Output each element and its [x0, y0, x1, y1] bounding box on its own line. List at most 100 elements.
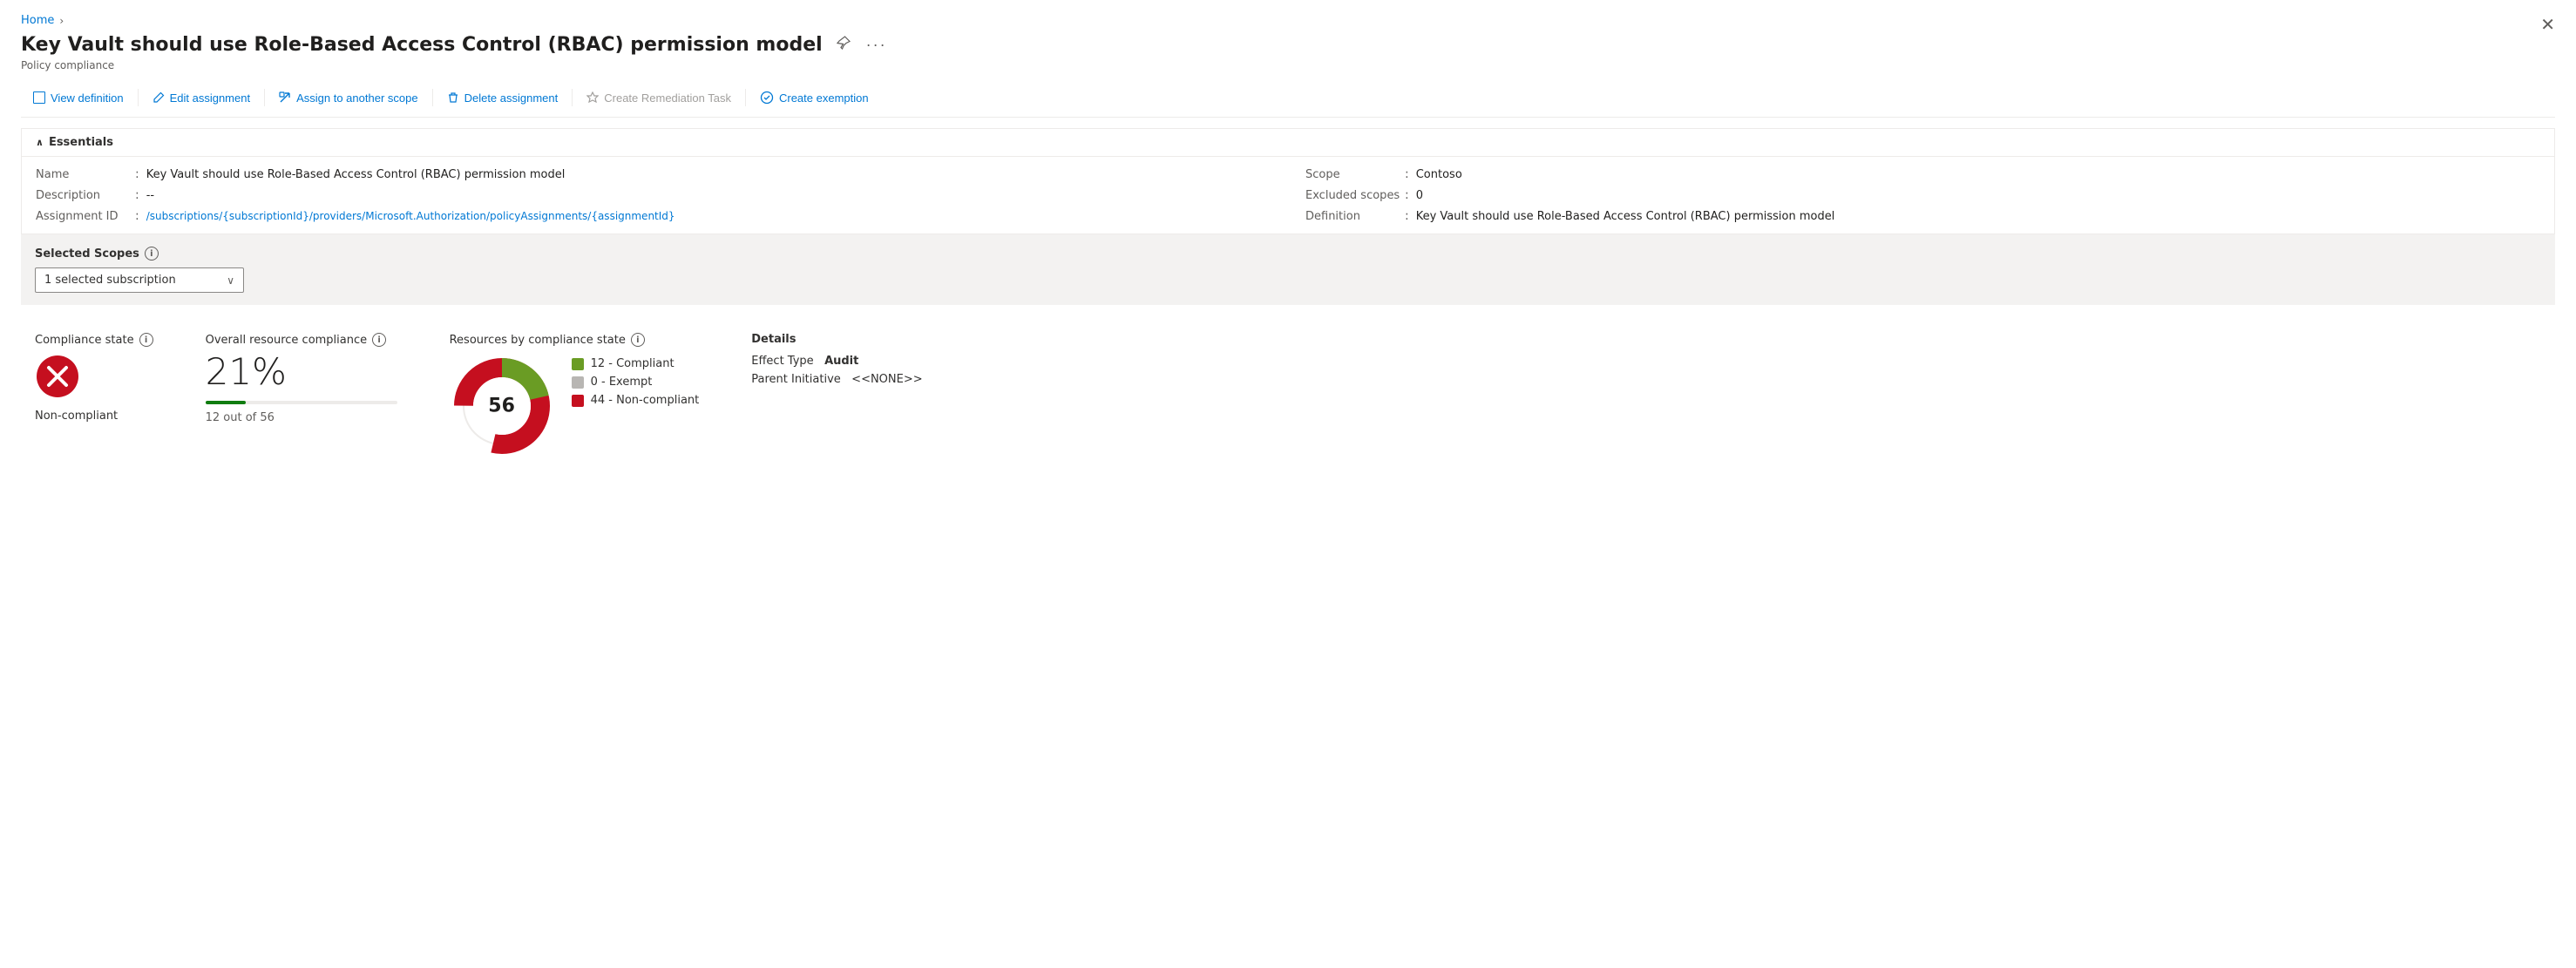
effect-type-row: Effect Type Audit: [751, 355, 922, 368]
compliance-state-value: Non-compliant: [35, 410, 153, 423]
scope-value: Contoso: [1416, 168, 1462, 181]
edit-assignment-label: Edit assignment: [170, 91, 251, 105]
delete-assignment-button[interactable]: Delete assignment: [435, 86, 571, 110]
pin-button[interactable]: [833, 34, 854, 56]
legend-exempt: 0 - Exempt: [572, 376, 700, 389]
create-remediation-button[interactable]: Create Remediation Task: [574, 86, 743, 110]
legend-compliant: 12 - Compliant: [572, 357, 700, 370]
essentials-header-label: Essentials: [49, 136, 113, 149]
page-title: Key Vault should use Role-Based Access C…: [21, 34, 823, 56]
definition-row: Definition : Key Vault should use Role-B…: [1305, 209, 2540, 223]
scope-section-label: Selected Scopes: [35, 247, 139, 261]
donut-center-value: 56: [488, 396, 515, 417]
more-icon: ···: [866, 36, 887, 53]
create-exemption-label: Create exemption: [779, 91, 869, 105]
compliance-state-block: Compliance state i Non-compliant: [35, 333, 153, 423]
details-block: Details Effect Type Audit Parent Initiat…: [751, 333, 922, 386]
overall-compliance-title: Overall resource compliance i: [206, 333, 397, 347]
resources-compliance-info-icon: i: [631, 333, 645, 347]
toolbar: View definition Edit assignment Assign t…: [21, 85, 2555, 118]
assign-icon: [279, 91, 291, 104]
name-value: Key Vault should use Role-Based Access C…: [146, 168, 566, 181]
compliance-state-info-icon: i: [139, 333, 153, 347]
name-label: Name: [36, 168, 132, 181]
edit-icon: [153, 91, 165, 104]
definition-label: Definition: [1305, 210, 1401, 223]
description-value: --: [146, 189, 154, 202]
non-compliant-icon: [35, 354, 80, 399]
overall-compliance-fraction: 12 out of 56: [206, 411, 397, 424]
overall-compliance-info-icon: i: [372, 333, 386, 347]
pin-icon: [837, 36, 851, 50]
excluded-scopes-label: Excluded scopes: [1305, 189, 1401, 202]
excluded-scopes-row: Excluded scopes : 0: [1305, 188, 2540, 202]
edit-assignment-button[interactable]: Edit assignment: [140, 86, 263, 110]
essentials-section: ∧ Essentials Name : Key Vault should use…: [21, 128, 2555, 234]
create-exemption-button[interactable]: Create exemption: [748, 85, 881, 110]
essentials-right: Scope : Contoso Excluded scopes : 0 Defi…: [1305, 167, 2540, 223]
parent-initiative-row: Parent Initiative <<NONE>>: [751, 373, 922, 386]
legend-noncompliant: 44 - Non-compliant: [572, 394, 700, 407]
delete-assignment-label: Delete assignment: [464, 91, 559, 105]
essentials-header[interactable]: ∧ Essentials: [22, 129, 2554, 157]
essentials-left: Name : Key Vault should use Role-Based A…: [36, 167, 1271, 223]
metrics-section: Compliance state i Non-compliant Overall…: [21, 305, 2555, 476]
scope-label-row: Selected Scopes i: [35, 247, 2541, 261]
resources-compliance-title: Resources by compliance state i: [450, 333, 700, 347]
overall-compliance-percent: 21%: [206, 354, 397, 390]
toolbar-sep-4: [572, 89, 573, 106]
description-label: Description: [36, 189, 132, 202]
exempt-label: 0 - Exempt: [591, 376, 653, 389]
compliance-bar-fill: [206, 401, 246, 404]
breadcrumb: Home ›: [21, 14, 2555, 27]
scope-label: Scope: [1305, 168, 1401, 181]
noncompliant-label: 44 - Non-compliant: [591, 394, 700, 407]
close-icon: ✕: [2540, 16, 2555, 35]
resources-block: 56 12 - Compliant 0 - Exempt 44 - Non-co…: [450, 354, 700, 458]
definition-value: Key Vault should use Role-Based Access C…: [1416, 210, 1835, 223]
close-button[interactable]: ✕: [2540, 14, 2555, 36]
effect-type-label: Effect Type: [751, 355, 813, 368]
more-button[interactable]: ···: [863, 34, 891, 56]
exemption-icon: [760, 91, 774, 105]
compliant-color: [572, 358, 584, 370]
assign-scope-button[interactable]: Assign to another scope: [267, 86, 430, 110]
exempt-color: [572, 376, 584, 389]
assignment-id-value[interactable]: /subscriptions/{subscriptionId}/provider…: [146, 210, 675, 222]
parent-initiative-label: Parent Initiative: [751, 373, 841, 386]
parent-initiative-value: <<NONE>>: [851, 373, 922, 386]
page-subtitle: Policy compliance: [21, 59, 2555, 71]
page-container: Home › ✕ Key Vault should use Role-Based…: [0, 0, 2576, 968]
toolbar-sep-2: [264, 89, 265, 106]
essentials-body: Name : Key Vault should use Role-Based A…: [22, 157, 2554, 234]
assign-scope-label: Assign to another scope: [296, 91, 417, 105]
essentials-chevron: ∧: [36, 137, 44, 148]
noncompliant-color: [572, 395, 584, 407]
overall-compliance-block: Overall resource compliance i 21% 12 out…: [206, 333, 397, 424]
compliant-label: 12 - Compliant: [591, 357, 675, 370]
delete-icon: [447, 91, 459, 104]
details-title: Details: [751, 333, 922, 346]
view-definition-icon: [33, 91, 45, 104]
chevron-down-icon: ∨: [227, 274, 234, 287]
compliance-state-title: Compliance state i: [35, 333, 153, 347]
compliance-legend: 12 - Compliant 0 - Exempt 44 - Non-compl…: [572, 357, 700, 407]
name-row: Name : Key Vault should use Role-Based A…: [36, 167, 1271, 181]
view-definition-button[interactable]: View definition: [21, 86, 136, 110]
toolbar-sep-1: [138, 89, 139, 106]
breadcrumb-separator: ›: [59, 15, 64, 27]
donut-chart: 56: [450, 354, 554, 458]
scope-dropdown-value: 1 selected subscription: [44, 274, 176, 287]
header-icons: ···: [833, 34, 891, 56]
effect-type-value: Audit: [824, 355, 858, 368]
view-definition-label: View definition: [51, 91, 124, 105]
scope-dropdown[interactable]: 1 selected subscription ∨: [35, 267, 244, 293]
remediation-icon: [586, 91, 599, 104]
excluded-scopes-value: 0: [1416, 189, 1423, 202]
breadcrumb-home[interactable]: Home: [21, 14, 54, 27]
description-row: Description : --: [36, 188, 1271, 202]
scope-row: Scope : Contoso: [1305, 167, 2540, 181]
scope-section: Selected Scopes i 1 selected subscriptio…: [21, 234, 2555, 305]
compliance-bar-track: [206, 401, 397, 404]
toolbar-sep-5: [745, 89, 746, 106]
